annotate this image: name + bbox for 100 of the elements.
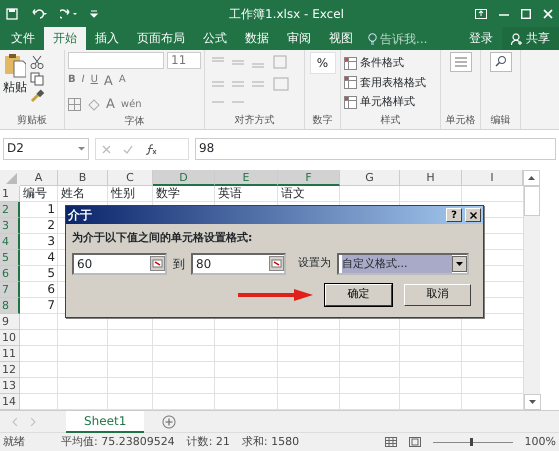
column-header[interactable]: G [340,170,400,186]
scroll-up-icon[interactable] [523,170,540,186]
add-sheet-icon[interactable] [162,414,176,428]
lightbulb-icon[interactable] [368,32,377,44]
ribbon-tab[interactable]: 公式 [194,27,236,50]
page-layout-icon[interactable] [408,437,421,447]
dropdown-icon [452,256,467,272]
bold-button[interactable]: B [68,72,76,92]
ribbon-display-icon[interactable] [475,8,487,18]
table-style-icon [344,76,357,90]
column-header[interactable]: B [58,170,108,186]
copy-icon[interactable] [30,72,44,86]
column-header[interactable]: A [20,170,58,186]
ribbon-tab[interactable]: 开始 [44,27,86,50]
row-header[interactable]: 7 [0,282,20,298]
row-header[interactable]: 1 [0,186,20,202]
decrease-font-button[interactable]: A [118,72,126,92]
dialog-title: 介于 [68,207,93,224]
count-text: 计数: 21 [186,434,230,450]
group-label: 剪贴板 [16,114,48,127]
row-header[interactable]: 13 [0,378,20,394]
vertical-scrollbar[interactable] [523,186,540,410]
column-header[interactable]: H [400,170,462,186]
row-header[interactable]: 2 [0,202,20,218]
table-cell-text: 性别 [110,186,136,202]
table-cell-text: 7 [46,298,56,314]
status-text: 就绪 [3,434,25,450]
row-header[interactable]: 8 [0,298,20,314]
ribbon-tab[interactable]: 视图 [320,27,362,50]
table-cell-text: 语文 [280,186,306,202]
scroll-down-icon[interactable] [524,394,541,410]
scissors-icon[interactable] [30,55,44,69]
cells-icon[interactable] [450,52,472,72]
ribbon-tab[interactable]: 文件 [2,27,44,50]
font-size-field[interactable]: 11 [167,52,201,69]
ribbon-tab[interactable]: 审阅 [278,27,320,50]
redo-icon[interactable] [60,8,78,20]
ribbon-tab[interactable]: 插入 [86,27,128,50]
save-icon[interactable] [6,8,18,20]
max-value-field[interactable]: 80 [191,252,286,274]
paste-icon[interactable] [4,52,26,78]
row-header[interactable]: 3 [0,218,20,234]
column-header[interactable]: C [108,170,153,186]
search-icon[interactable] [490,52,512,72]
group-label: 字体 [124,114,146,128]
row-header[interactable]: 14 [0,394,20,410]
ribbon-tab[interactable]: 页面布局 [128,27,194,50]
close-button[interactable] [465,208,481,222]
group-label: 编辑 [490,114,512,127]
border-icon[interactable] [68,98,81,111]
row-header[interactable]: 5 [0,250,20,266]
undo-icon[interactable] [30,8,48,20]
percent-button[interactable]: % [310,52,336,74]
min-value-field[interactable]: 60 [72,252,167,274]
row-header[interactable]: 9 [0,314,20,330]
brush-icon[interactable] [30,89,44,103]
formula-field[interactable]: 98 [195,138,556,160]
customize-icon[interactable] [90,10,98,18]
tell-me-field[interactable]: 告诉我... [380,30,428,48]
slider-thumb[interactable] [470,438,472,446]
underline-button[interactable]: U [90,72,98,92]
format-dropdown[interactable]: 自定义格式... [337,252,469,274]
name-box[interactable]: D2 [3,138,89,160]
table-cell-text: 3 [46,234,56,250]
group-label: 单元格 [444,114,476,127]
phonetic-button[interactable]: wén [120,96,142,112]
dialog-button[interactable]: 确定 [325,284,392,306]
increase-font-button[interactable]: A [104,72,113,92]
row-header[interactable]: 11 [0,346,20,362]
row-header[interactable]: 6 [0,266,20,282]
function-icon[interactable] [145,144,157,154]
sign-in-link[interactable]: 登录 [460,27,502,50]
normal-view-icon[interactable] [384,437,397,447]
maximize-icon[interactable] [521,8,531,18]
styles-menu-item[interactable]: 条件格式 [360,55,404,72]
row-header[interactable]: 10 [0,330,20,346]
column-header[interactable]: E [215,170,278,186]
styles-menu-item[interactable]: 套用表格格式 [360,74,426,91]
ribbon-tab[interactable]: 数据 [236,27,278,50]
italic-button[interactable]: I [82,72,85,92]
help-button[interactable]: ? [446,208,462,222]
sheet-tab[interactable]: Sheet1 [66,410,144,432]
close-icon[interactable] [543,8,553,18]
styles-menu-item[interactable]: 单元格样式 [360,94,415,110]
column-header[interactable]: D [153,170,215,186]
person-add-icon [511,32,523,44]
zoom-level[interactable]: 100% [524,434,556,450]
font-color-button[interactable]: A [106,94,115,114]
row-header[interactable]: 12 [0,362,20,378]
font-name-field[interactable] [68,52,164,69]
scroll-thumb[interactable] [524,186,540,216]
column-header[interactable]: I [462,170,523,186]
share-button[interactable]: 共享 [502,27,559,50]
dialog-button[interactable]: 取消 [404,284,471,306]
close-icon [470,212,476,218]
column-header[interactable]: F [278,170,340,186]
range-picker-icon[interactable] [269,256,284,271]
range-picker-icon[interactable] [150,256,165,271]
row-header[interactable]: 4 [0,234,20,250]
paste-label[interactable]: 粘贴 [3,78,27,96]
